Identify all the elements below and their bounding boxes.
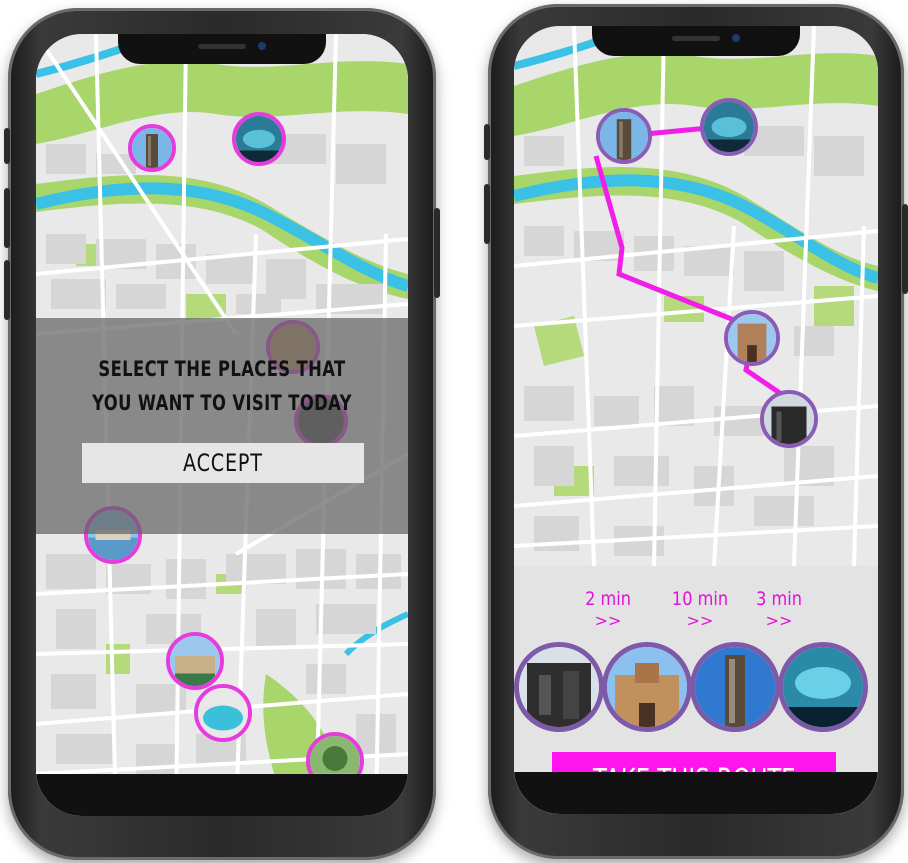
mute-switch xyxy=(4,128,10,164)
volume-up-button xyxy=(484,184,490,244)
aquarium-photo-icon xyxy=(704,102,754,152)
palace-photo-icon xyxy=(170,636,220,686)
accept-button[interactable]: ACCEPT xyxy=(82,443,364,483)
speaker-grille xyxy=(198,44,246,49)
power-button xyxy=(902,204,908,294)
power-button xyxy=(434,208,440,298)
segment-time-1: 2 min >> xyxy=(578,588,638,630)
segment-2-time: 10 min xyxy=(671,588,729,610)
segment-time-2: 10 min >> xyxy=(662,588,738,630)
tower-photo-icon xyxy=(132,128,172,168)
right-phone: 2 min >> 10 min >> 3 min >> xyxy=(484,4,908,859)
volume-down-button xyxy=(4,260,10,320)
tower-gate-photo-icon xyxy=(728,314,776,362)
segment-3-arrow: >> xyxy=(765,611,793,630)
segment-3-time: 3 min xyxy=(756,588,802,610)
route-stop-aquarium[interactable] xyxy=(700,98,758,156)
notch xyxy=(592,26,800,56)
left-phone: SELECT THE PLACES THAT YOU WANT TO VISIT… xyxy=(4,8,440,860)
aquarium-photo-icon xyxy=(236,116,282,162)
lake-photo-icon xyxy=(198,688,248,738)
poi-aquarium[interactable] xyxy=(232,112,286,166)
poi-tower[interactable] xyxy=(128,124,176,172)
selection-prompt-overlay: SELECT THE PLACES THAT YOU WANT TO VISIT… xyxy=(36,318,408,534)
prompt-line-2: YOU WANT TO VISIT TODAY xyxy=(92,391,352,415)
tower-photo-icon xyxy=(600,112,648,160)
bottom-bezel xyxy=(36,774,408,816)
segment-1-time: 2 min xyxy=(585,588,631,610)
route-stop-tower[interactable] xyxy=(596,108,652,164)
modern-building-photo-icon xyxy=(519,647,599,727)
route-stop-tower-gate[interactable] xyxy=(724,310,780,366)
tower-gate-photo-icon xyxy=(607,647,687,727)
mute-switch xyxy=(484,124,490,160)
front-camera xyxy=(258,42,266,50)
front-camera xyxy=(732,34,740,42)
segment-1-arrow: >> xyxy=(594,611,622,630)
left-screen: SELECT THE PLACES THAT YOU WANT TO VISIT… xyxy=(36,34,408,816)
route-stop-modern-building[interactable] xyxy=(760,390,818,448)
poi-palace[interactable] xyxy=(166,632,224,690)
tower-photo-icon xyxy=(695,647,775,727)
route-thumb-tower[interactable] xyxy=(690,642,780,732)
right-screen: 2 min >> 10 min >> 3 min >> xyxy=(514,26,878,814)
route-thumb-modern-building[interactable] xyxy=(514,642,604,732)
prompt-line-1: SELECT THE PLACES THAT xyxy=(98,357,346,381)
route-thumb-tower-gate[interactable] xyxy=(602,642,692,732)
bottom-bezel xyxy=(514,772,878,814)
poi-pool[interactable] xyxy=(194,684,252,742)
speaker-grille xyxy=(672,36,720,41)
segment-2-arrow: >> xyxy=(686,611,714,630)
modern-building-photo-icon xyxy=(764,394,814,444)
route-thumb-aquarium[interactable] xyxy=(778,642,868,732)
selection-prompt: SELECT THE PLACES THAT YOU WANT TO VISIT… xyxy=(77,352,367,420)
accept-label: ACCEPT xyxy=(183,449,263,477)
volume-up-button xyxy=(4,188,10,248)
aquarium-photo-icon xyxy=(783,647,863,727)
notch xyxy=(118,34,326,64)
segment-time-3: 3 min >> xyxy=(748,588,810,630)
